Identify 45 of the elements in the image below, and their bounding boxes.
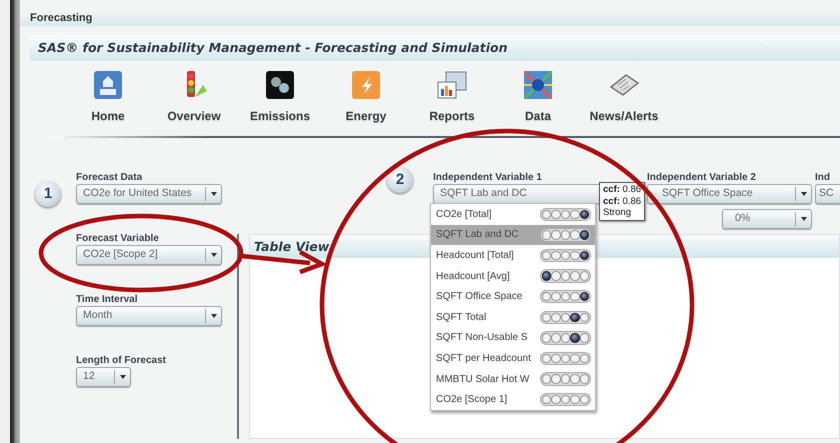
dropdown[interactable]: SC — [815, 184, 840, 204]
dropdown[interactable]: CO2e for United States — [76, 184, 222, 204]
dropdown-option[interactable]: SQFT Office Space — [431, 286, 595, 307]
step-number: 2 — [387, 167, 413, 193]
caret-icon — [800, 192, 806, 196]
field-label: Forecast Data — [76, 171, 144, 184]
tooltip: ccf: 0.86 ccf: 0.86 Strong — [599, 182, 646, 220]
dropdown-option[interactable]: CO2e [Total] — [431, 204, 595, 225]
dropdown-option[interactable]: SQFT Lab and DC — [431, 224, 595, 246]
dropdown-option[interactable]: CO2e [Scope 1] — [431, 389, 595, 410]
nav-label[interactable]: Data — [524, 107, 551, 125]
field-label: Independent Variable 2 — [647, 171, 756, 184]
app-header: SAS® for Sustainability Management - Forecasting and Simulation — [30, 35, 840, 61]
dropdown[interactable]: Month — [76, 306, 222, 326]
home-icon[interactable] — [92, 69, 124, 101]
dropdown[interactable]: SQFT Office Space — [647, 184, 812, 204]
dropdown[interactable]: 0% — [722, 209, 812, 229]
nav-label[interactable]: Home — [91, 107, 125, 125]
dropdown-option[interactable]: SQFT Total — [431, 306, 595, 328]
step-number: 1 — [35, 181, 61, 207]
nav-label[interactable]: Reports — [429, 107, 475, 125]
field-label: Ind — [815, 171, 831, 184]
gears-icon[interactable] — [264, 69, 296, 101]
field-label: Time Interval — [76, 293, 139, 306]
caret-icon — [210, 253, 216, 257]
caret-icon — [210, 314, 216, 318]
nav-label[interactable]: Energy — [346, 107, 386, 125]
field-label: Independent Variable 1 — [433, 171, 542, 184]
dropdown-option[interactable]: MMBTU Solar Hot W — [431, 368, 595, 390]
dropdown-option[interactable]: SQFT per Headcount — [431, 348, 595, 369]
field-label: Length of Forecast — [76, 354, 168, 367]
caret-icon — [210, 192, 216, 196]
caret-icon — [120, 375, 126, 379]
nav-label[interactable]: Emissions — [250, 107, 310, 125]
dropdown[interactable]: CO2e [Scope 2] — [76, 245, 222, 265]
nav-label[interactable]: News/Alerts — [590, 107, 658, 125]
network-icon[interactable] — [522, 69, 554, 101]
bar-chart-icon[interactable] — [436, 69, 468, 101]
dropdown-option[interactable]: Headcount [Avg] — [431, 266, 595, 286]
field-label: Forecast Variable — [76, 232, 160, 245]
dropdown[interactable]: 12 — [76, 367, 131, 387]
window-title: Forecasting — [20, 10, 840, 26]
dropdown-option[interactable]: SQFT Non-Usable S — [431, 328, 595, 348]
nav-label[interactable]: Overview — [167, 107, 221, 125]
caret-icon — [800, 217, 806, 221]
